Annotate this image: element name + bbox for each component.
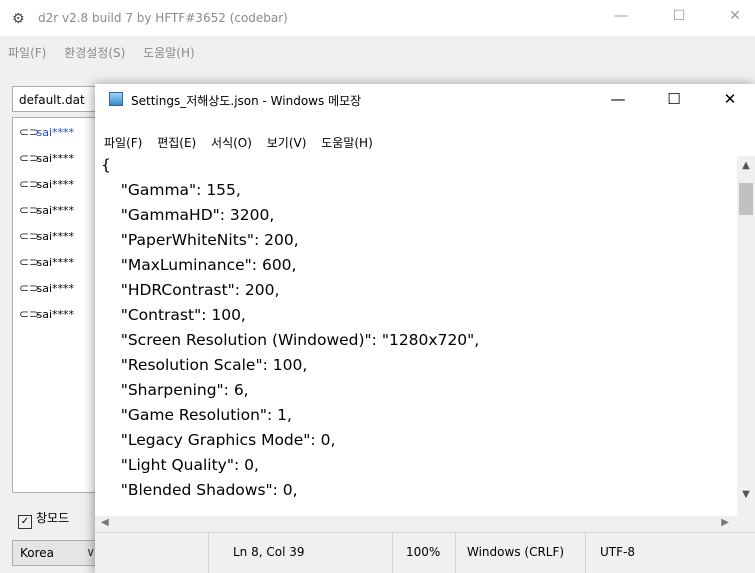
account-list-item[interactable]: ⊂⊃ sai****	[19, 255, 74, 275]
account-toggle-icon: ⊂⊃	[19, 203, 40, 217]
scroll-up-icon[interactable]: ▲	[737, 160, 755, 171]
text-line: "Contrast": 100,	[101, 306, 246, 324]
horizontal-scrollbar[interactable]: ◀ ▶	[95, 516, 737, 532]
account-toggle-icon: ⊂⊃	[19, 125, 40, 139]
notepad-window-title: Settings_저해상도.json - Windows 메모장	[131, 94, 362, 108]
region-select-value: Korea	[20, 546, 55, 560]
account-list-item[interactable]: ⊂⊃ sai****	[19, 151, 74, 171]
d2r-menu-settings[interactable]: 환경설정(S)	[64, 44, 125, 61]
notepad-text-area[interactable]: { "Gamma": 155, "GammaHD": 3200, "PaperW…	[95, 156, 737, 516]
notepad-menu-format[interactable]: 서식(O)	[211, 134, 252, 151]
account-list-item[interactable]: ⊂⊃ sai****	[19, 203, 74, 223]
d2r-menu-help[interactable]: 도움말(H)	[143, 44, 195, 61]
text-line: "Game Resolution": 1,	[101, 406, 292, 424]
status-encoding: UTF-8	[585, 533, 755, 573]
text-line: "MaxLuminance": 600,	[101, 256, 297, 274]
text-line: "Resolution Scale": 100,	[101, 356, 308, 374]
region-select[interactable]: Korea ∨	[12, 540, 100, 566]
text-line: "PaperWhiteNits": 200,	[101, 231, 299, 249]
text-line: "Screen Resolution (Windowed)": "1280x72…	[101, 331, 480, 349]
windowed-mode-label: 창모드	[36, 511, 70, 525]
account-toggle-icon: ⊂⊃	[19, 229, 40, 243]
d2r-app-icon: ⚙	[12, 11, 25, 27]
d2r-menubar: 파일(F) 환경설정(S) 도움말(H)	[0, 44, 201, 66]
text-line: "Gamma": 155,	[101, 181, 241, 199]
text-line: "GammaHD": 3200,	[101, 206, 275, 224]
text-line: "Blended Shadows": 0,	[101, 481, 298, 499]
scroll-down-icon[interactable]: ▼	[737, 489, 755, 500]
account-list-item[interactable]: ⊂⊃ sai****	[19, 307, 74, 327]
scroll-left-icon[interactable]: ◀	[101, 517, 109, 528]
scroll-right-icon[interactable]: ▶	[721, 517, 729, 528]
notepad-menu-edit[interactable]: 편집(E)	[157, 134, 196, 151]
account-toggle-icon: ⊂⊃	[19, 255, 40, 269]
notepad-menubar: 파일(F) 편집(E) 서식(O) 보기(V) 도움말(H)	[95, 134, 375, 154]
text-line: "Light Quality": 0,	[101, 456, 259, 474]
notepad-minimize-button[interactable]: —	[595, 90, 641, 108]
account-list-item[interactable]: ⊂⊃ sai****	[19, 281, 74, 301]
status-cursor-position: Ln 8, Col 39	[208, 533, 392, 573]
text-line: "Legacy Graphics Mode": 0,	[101, 431, 336, 449]
notepad-maximize-button[interactable]: ☐	[651, 90, 697, 108]
text-line: {	[101, 156, 111, 174]
d2r-menu-file[interactable]: 파일(F)	[8, 44, 46, 61]
account-list-item[interactable]: ⊂⊃ sai****	[19, 229, 74, 249]
notepad-menu-file[interactable]: 파일(F)	[104, 134, 142, 151]
notepad-titlebar[interactable]: Settings_저해상도.json - Windows 메모장 — ☐ ✕	[95, 84, 755, 114]
d2r-window-title: d2r v2.8 build 7 by HFTF#3652 (codebar)	[38, 11, 288, 25]
d2r-minimize-button[interactable]: —	[601, 8, 641, 24]
profile-select-value: default.dat	[19, 93, 85, 107]
text-line: "Sharpening": 6,	[101, 381, 249, 399]
vertical-scrollbar[interactable]: ▲ ▼	[737, 156, 755, 516]
notepad-statusbar: Ln 8, Col 39 100% Windows (CRLF) UTF-8	[95, 532, 755, 573]
notepad-app-icon	[109, 92, 123, 106]
notepad-menu-view[interactable]: 보기(V)	[267, 134, 307, 151]
status-zoom: 100%	[392, 533, 455, 573]
account-toggle-icon: ⊂⊃	[19, 307, 40, 321]
notepad-window: Settings_저해상도.json - Windows 메모장 — ☐ ✕ 파…	[95, 84, 755, 573]
windowed-mode-checkbox[interactable]: ✓ 창모드	[18, 509, 69, 529]
notepad-menu-help[interactable]: 도움말(H)	[321, 134, 373, 151]
d2r-titlebar: ⚙ d2r v2.8 build 7 by HFTF#3652 (codebar…	[0, 0, 755, 36]
account-list-item[interactable]: ⊂⊃ sai****	[19, 177, 74, 197]
status-line-ending: Windows (CRLF)	[455, 533, 585, 573]
checkbox-check-icon: ✓	[18, 515, 32, 529]
account-list-item[interactable]: ⊂⊃ sai****	[19, 125, 74, 145]
account-toggle-icon: ⊂⊃	[19, 281, 40, 295]
d2r-maximize-button[interactable]: ☐	[659, 8, 699, 24]
vertical-scroll-thumb[interactable]	[739, 183, 753, 215]
notepad-close-button[interactable]: ✕	[707, 90, 753, 108]
d2r-close-button[interactable]: ✕	[715, 8, 755, 24]
scrollbar-corner	[737, 516, 755, 532]
account-toggle-icon: ⊂⊃	[19, 177, 40, 191]
account-toggle-icon: ⊂⊃	[19, 151, 40, 165]
text-line: "HDRContrast": 200,	[101, 281, 280, 299]
chevron-down-icon: ∨	[86, 545, 95, 559]
